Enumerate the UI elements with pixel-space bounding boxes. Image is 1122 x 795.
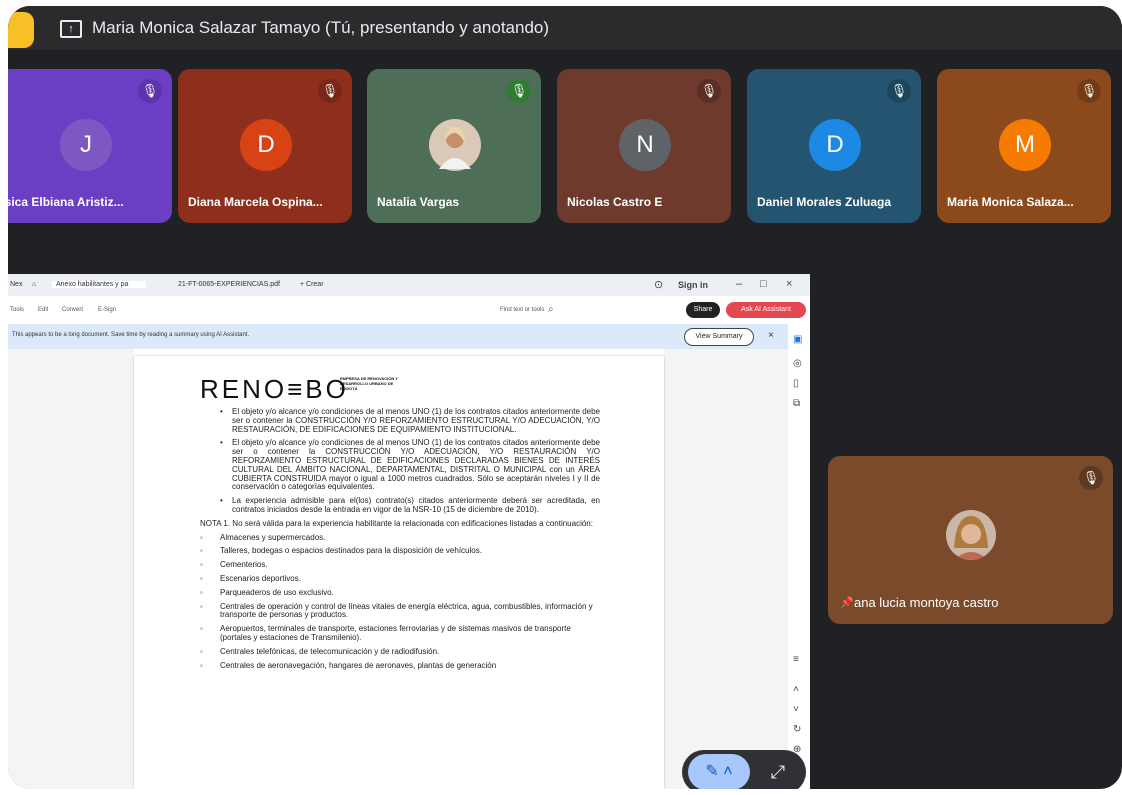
mic-off-icon: 🎙 <box>507 79 531 103</box>
search-icon[interactable]: ⌕ <box>548 304 554 315</box>
avatar: J <box>60 119 112 171</box>
menu-convert[interactable]: Convert <box>62 307 83 313</box>
home-icon[interactable]: ⌂ <box>32 281 36 288</box>
avatar-photo <box>946 510 996 560</box>
participant-name: Diana Marcela Ospina... <box>188 195 323 209</box>
avatar: M <box>999 119 1051 171</box>
annotate-pen-button[interactable]: ✎ ˄ <box>688 754 750 789</box>
sign-in-link[interactable]: Sign in <box>678 280 708 290</box>
mic-off-icon: 🎙 <box>318 79 342 103</box>
list-item: Aeropuertos, terminales de transporte, e… <box>200 624 600 643</box>
list-item: Centrales telefónicas, de telecomunicaci… <box>200 647 600 657</box>
list-item: Centrales de operación y control de líne… <box>200 602 600 621</box>
mic-off-icon: 🎙 <box>138 79 162 103</box>
requirement-bullet: El objeto y/o alcance y/o condiciones de… <box>200 439 600 492</box>
avatar: D <box>809 119 861 171</box>
refresh-icon[interactable]: ↻ <box>793 724 801 735</box>
mic-off-icon: 🎙 <box>697 79 721 103</box>
ai-assistant-button[interactable]: Ask AI Assistant <box>726 302 806 318</box>
left-gutter <box>8 349 134 789</box>
pdf-side-toolbar: ▣ ◎ ▯ ⧉ ≡ ˄ ˅ ↻ ⊕ <box>788 324 810 789</box>
list-item: Talleres, bodegas o espacios destinados … <box>200 547 600 556</box>
meet-window: ↑ Maria Monica Salazar Tamayo (Tú, prese… <box>8 6 1122 789</box>
participant-tile[interactable]: 🎙 Natalia Vargas <box>367 69 541 223</box>
presenter-title: Maria Monica Salazar Tamayo (Tú, present… <box>92 18 550 37</box>
presenting-badge[interactable] <box>8 12 34 48</box>
participant-name: esica Elbiana Aristiz... <box>8 195 124 209</box>
menu-tools[interactable]: Tools <box>10 307 24 313</box>
close-icon[interactable]: × <box>768 330 774 341</box>
pin-icon[interactable]: 📌 <box>840 596 854 609</box>
list-item: Centrales de aeronavegación, hangares de… <box>200 661 600 671</box>
edit-icon[interactable]: ▯ <box>793 378 799 389</box>
pinned-participant-tile[interactable]: 🎙 📌 ana lucia montoya castro <box>828 456 1113 624</box>
mic-off-icon: 🎙 <box>887 79 911 103</box>
ai-summary-banner: This appears to be a long document. Save… <box>8 324 788 349</box>
maximize-button[interactable]: □ <box>760 278 767 290</box>
requirement-bullet: La experiencia admisible para el(los) co… <box>200 496 600 515</box>
participant-tile[interactable]: 🎙 N Nicolas Castro E <box>557 69 731 223</box>
participant-name: Nicolas Castro E <box>567 195 663 209</box>
avatar: N <box>619 119 671 171</box>
list-item: Almacenes y supermercados. <box>200 533 600 543</box>
present-screen-icon: ↑ <box>60 20 82 38</box>
menu-esign[interactable]: E-Sign <box>98 307 116 313</box>
tab[interactable]: Nex <box>10 281 22 288</box>
chevron-down-icon[interactable]: ˅ <box>793 704 799 715</box>
list-item: Cementerios. <box>200 560 600 570</box>
banner-text: This appears to be a long document. Save… <box>12 332 250 338</box>
find-text-field[interactable]: Find text or tools <box>500 307 544 313</box>
close-window-button[interactable]: × <box>786 278 792 290</box>
comment-icon[interactable]: ◎ <box>793 358 802 369</box>
participant-tile[interactable]: 🎙 M Maria Monica Salaza... <box>937 69 1111 223</box>
copy-icon[interactable]: ⧉ <box>793 398 800 409</box>
participant-tile[interactable]: 🎙 J esica Elbiana Aristiz... <box>8 69 172 223</box>
document-body: El objeto y/o alcance y/o condiciones de… <box>200 407 600 675</box>
list-item: Parqueaderos de uso exclusivo. <box>200 588 600 598</box>
expand-icon[interactable]: ⤢ <box>758 754 798 789</box>
participant-tile[interactable]: 🎙 D Diana Marcela Ospina... <box>178 69 352 223</box>
shared-screen: Nex ⌂ Anexo habilitantes y pa 21-FT-0065… <box>8 274 810 789</box>
page-nav-icon[interactable]: ≡ <box>793 654 799 665</box>
history-icon[interactable]: ⊙ <box>654 278 663 291</box>
share-button[interactable]: Share <box>686 302 720 318</box>
requirement-bullet: El objeto y/o alcance y/o condiciones de… <box>200 407 600 434</box>
new-tab-button[interactable]: + Crear <box>300 281 324 288</box>
avatar: D <box>240 119 292 171</box>
participant-tile[interactable]: 🎙 D Daniel Morales Zuluaga <box>747 69 921 223</box>
mic-off-icon: 🎙 <box>1077 79 1101 103</box>
right-gutter <box>664 349 788 789</box>
participant-name: Daniel Morales Zuluaga <box>757 195 892 209</box>
menu-edit[interactable]: Edit <box>38 307 48 313</box>
minimize-button[interactable]: – <box>736 278 742 290</box>
avatar-photo <box>429 119 481 171</box>
browser-tab-strip: Nex ⌂ Anexo habilitantes y pa 21-FT-0065… <box>8 274 810 296</box>
renobo-logo: RENO≡BO <box>200 374 349 404</box>
note-paragraph: NOTA 1. No será válida para la experienc… <box>200 518 593 528</box>
participant-name: ana lucia montoya castro <box>854 595 999 610</box>
chevron-up-icon[interactable]: ˄ <box>793 684 799 695</box>
presentation-bar: ↑ Maria Monica Salazar Tamayo (Tú, prese… <box>8 6 1122 50</box>
list-item: Escenarios deportivos. <box>200 574 600 584</box>
annotation-controls: ✎ ˄ ⤢ <box>682 750 806 789</box>
pdf-page: RENO≡BO EMPRESA DE RENOVACIÓN Y DESARROL… <box>134 356 664 789</box>
pdf-toolbar: Tools Edit Convert E-Sign Find text or t… <box>8 296 810 324</box>
participant-name: Natalia Vargas <box>377 195 460 209</box>
tab-active[interactable]: Anexo habilitantes y pa <box>52 281 147 288</box>
ai-icon[interactable]: ▣ <box>793 334 802 345</box>
logo-subtitle: EMPRESA DE RENOVACIÓN Y DESARROLLO URBAN… <box>340 376 398 391</box>
view-summary-button[interactable]: View Summary <box>684 328 754 346</box>
tab[interactable]: 21-FT-0065-EXPERIENCIAS.pdf <box>178 281 280 288</box>
mic-off-icon: 🎙 <box>1079 466 1103 490</box>
participant-name: Maria Monica Salaza... <box>947 195 1074 209</box>
